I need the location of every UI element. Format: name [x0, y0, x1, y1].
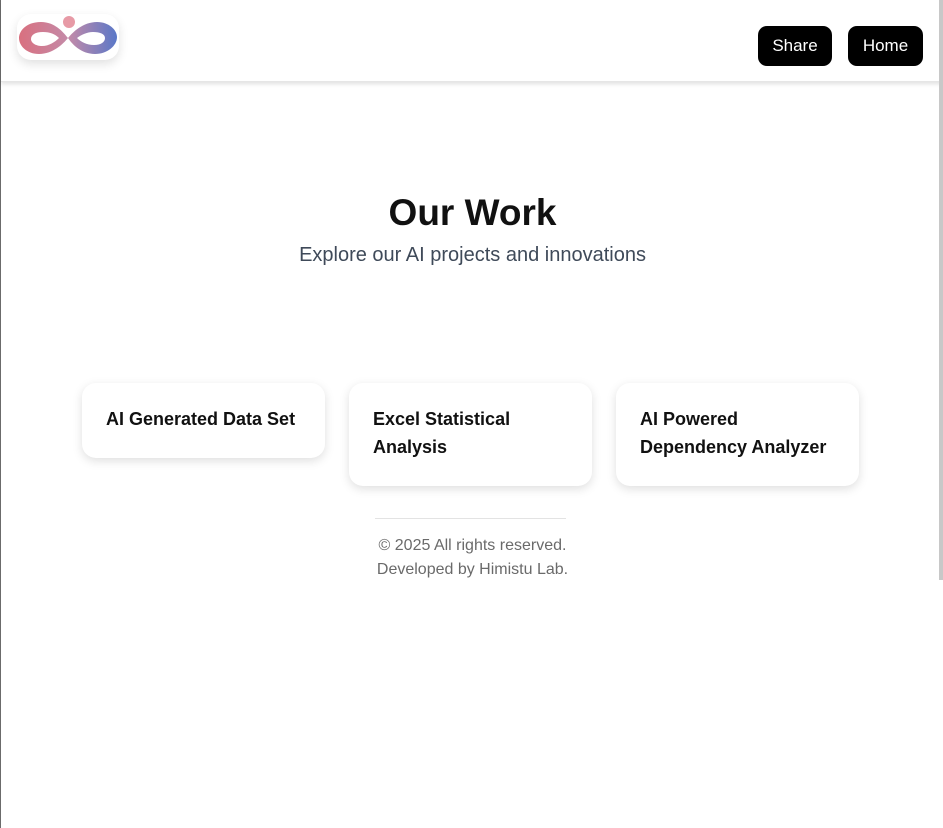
footer-copyright: © 2025 All rights reserved. [378, 537, 567, 554]
project-card-ai-powered-dependency-analyzer[interactable]: AI Powered Dependency Analyzer [616, 383, 859, 486]
scrollbar[interactable] [939, 0, 943, 580]
card-title: AI Generated Data Set [106, 409, 296, 429]
footer-divider [375, 518, 566, 519]
home-button[interactable]: Home [848, 26, 923, 66]
footer-developed-by: Developed by Himistu Lab. [376, 561, 569, 578]
card-title: AI Powered Dependency Analyzer [640, 409, 827, 457]
card-title: Excel Statistical Analysis [373, 409, 511, 457]
share-button[interactable]: Share [758, 26, 832, 66]
page: Share Home Our Work Explore our AI proje… [0, 0, 943, 828]
project-card-excel-statistical-analysis[interactable]: Excel Statistical Analysis [349, 383, 592, 486]
page-title: Our Work [388, 192, 557, 233]
infinity-logo-icon[interactable] [17, 14, 119, 60]
project-card-ai-generated-data-set[interactable]: AI Generated Data Set [82, 383, 325, 458]
top-header: Share Home [1, 0, 943, 82]
page-subtitle: Explore our AI projects and innovations [299, 244, 646, 266]
